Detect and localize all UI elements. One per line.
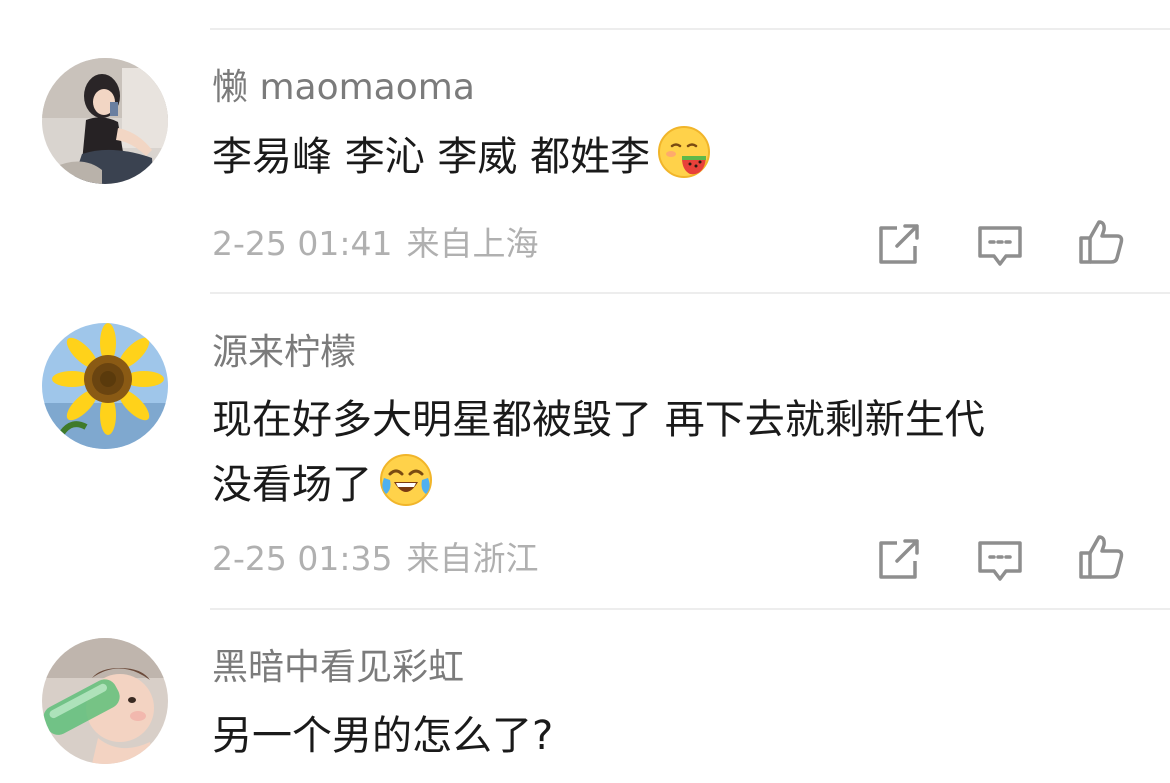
comment-icon[interactable] <box>976 222 1024 270</box>
comment-meta: 2-25 01:41 来自上海 <box>212 224 553 264</box>
divider <box>210 292 1170 294</box>
thumbs-up-icon[interactable] <box>1077 533 1125 581</box>
comment-time: 2-25 01:35 <box>212 539 393 578</box>
user-avatar[interactable] <box>42 638 168 764</box>
username[interactable]: 懒 maomaoma <box>212 66 475 110</box>
comment-text-line: 另一个男的怎么了? <box>212 713 554 759</box>
comment-location: 来自浙江 <box>406 539 539 578</box>
comment-feed: 懒 maomaoma 李易峰 李沁 李威 都姓李 2-25 01:41 来自上海 <box>0 0 1170 783</box>
comment-text-line: 现在好多大明星都被毁了 再下去就剩新生代 <box>212 397 985 443</box>
divider <box>210 608 1170 610</box>
username[interactable]: 黑暗中看见彩虹 <box>212 646 464 690</box>
watermelon-face-emoji-icon <box>656 124 712 180</box>
comment-icon[interactable] <box>976 537 1024 585</box>
comment-text: 李易峰 李沁 李威 都姓李 <box>212 124 1112 189</box>
comment-text-segment: 没看场了 <box>212 462 372 508</box>
comment-text: 现在好多大明星都被毁了 再下去就剩新生代 没看场了 <box>212 388 1112 517</box>
share-icon[interactable] <box>875 535 923 583</box>
comment-text: 另一个男的怎么了? <box>212 704 1112 768</box>
comment-text-line: 没看场了 <box>212 452 1112 517</box>
thumbs-up-icon[interactable] <box>1077 218 1125 266</box>
comment-time: 2-25 01:41 <box>212 224 393 263</box>
comment-text-segment: 李易峰 李沁 李威 都姓李 <box>212 134 651 180</box>
user-avatar[interactable] <box>42 323 168 449</box>
username[interactable]: 源来柠檬 <box>212 331 356 375</box>
divider <box>210 28 1170 30</box>
comment-meta: 2-25 01:35 来自浙江 <box>212 539 553 579</box>
share-icon[interactable] <box>875 220 923 268</box>
crying-laughing-emoji-icon <box>378 452 434 508</box>
comment-text-line: 李易峰 李沁 李威 都姓李 <box>212 124 1112 189</box>
user-avatar[interactable] <box>42 58 168 184</box>
comment-location: 来自上海 <box>406 224 539 263</box>
